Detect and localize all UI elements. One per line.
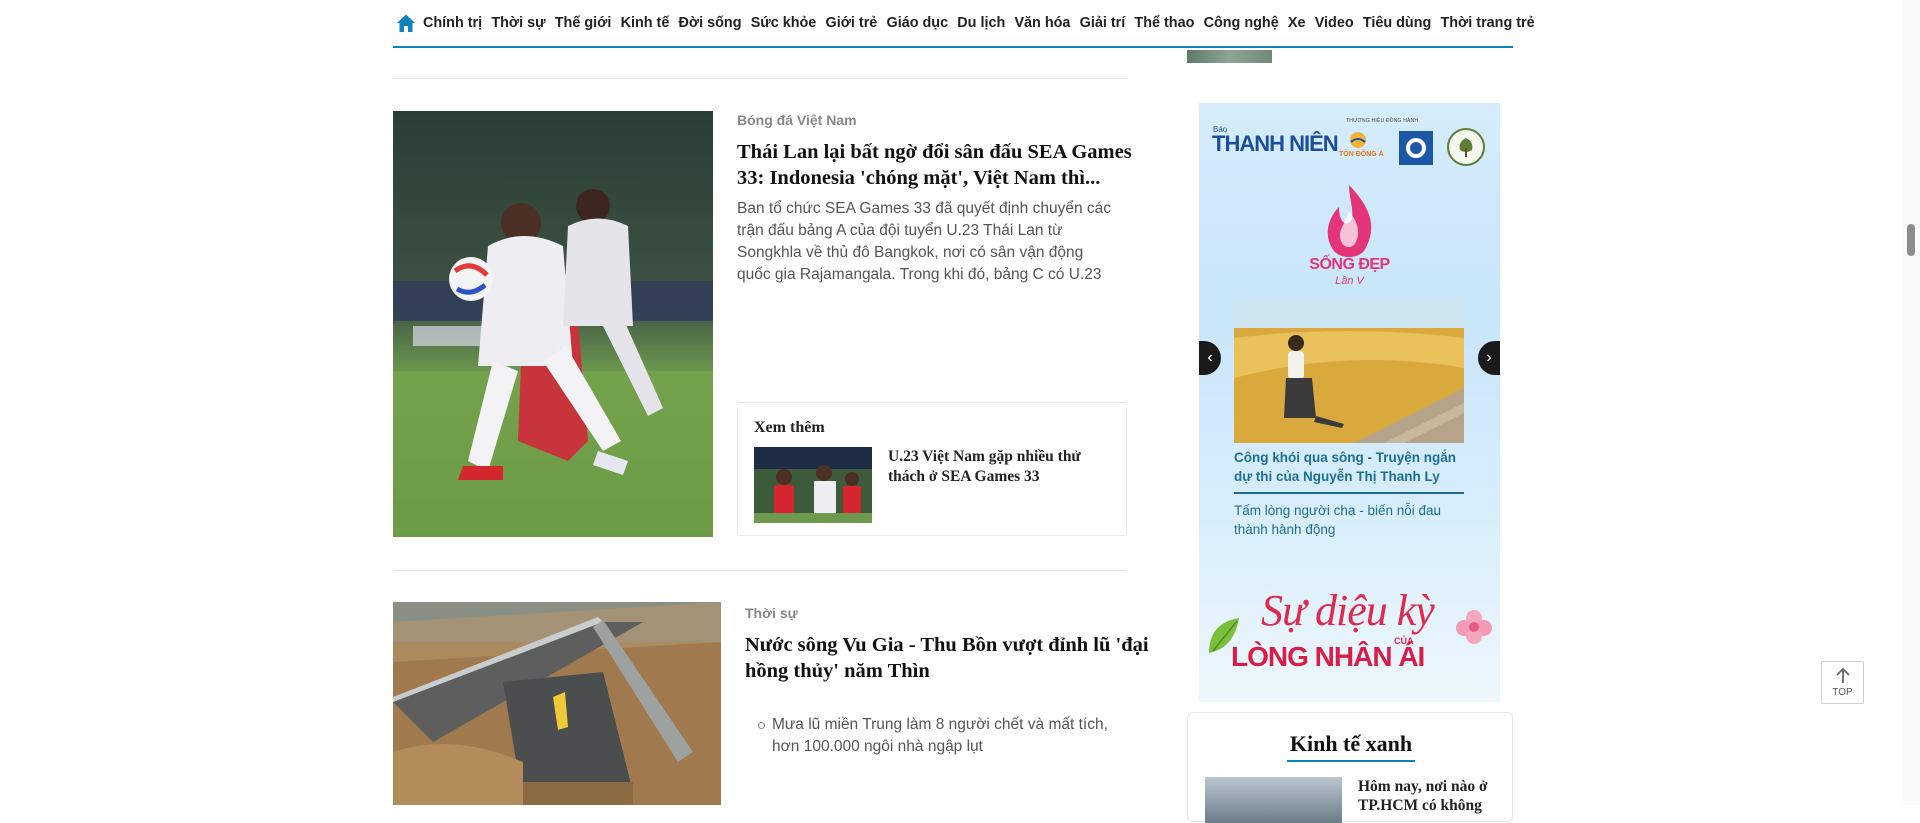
see-more-label: Xem thêm: [754, 419, 825, 436]
ad-story-link[interactable]: Tấm lòng người cha - biến nỗi đau thành …: [1234, 501, 1464, 539]
article-thumbnail-flood[interactable]: [393, 602, 721, 805]
nav-item-suc-khoe[interactable]: Sức khỏe: [751, 15, 817, 31]
article-title[interactable]: Thái Lan lại bất ngờ đổi sân đấu SEA Gam…: [737, 139, 1132, 191]
nav-item-cong-nghe[interactable]: Công nghệ: [1204, 15, 1279, 31]
related-bullet-list: Mưa lũ miền Trung làm 8 người chết và mấ…: [756, 714, 1116, 758]
related-bullet-item[interactable]: Mưa lũ miền Trung làm 8 người chết và mấ…: [756, 714, 1116, 758]
flame-logo-icon: [1327, 185, 1372, 257]
ad-story-line[interactable]: dự thi của Nguyễn Thị Thanh Ly: [1234, 467, 1464, 486]
scrollbar-thumb[interactable]: [1907, 224, 1915, 256]
home-icon[interactable]: [396, 13, 416, 33]
related-article-thumbnail[interactable]: [754, 447, 872, 523]
green-economy-title[interactable]: Kinh tế xanh: [1188, 731, 1514, 757]
ad-story-image[interactable]: [1234, 298, 1464, 443]
bullet-line[interactable]: hơn 100.000 ngôi nhà ngập lụt: [772, 736, 1116, 758]
green-economy-article-line[interactable]: TP.HCM có không: [1358, 796, 1508, 815]
ad-prev-arrow-icon[interactable]: ‹: [1199, 341, 1221, 375]
scroll-top-label: TOP: [1832, 687, 1853, 698]
ad-story-line[interactable]: Công khói qua sông - Truyện ngắn: [1234, 448, 1464, 467]
summary-line: trận đấu bảng A của đội tuyển U.23 Thái …: [737, 222, 1063, 239]
nav-item-kinh-te[interactable]: Kinh tế: [621, 15, 670, 31]
divider: [393, 78, 1127, 79]
nav-item-giao-duc[interactable]: Giáo dục: [887, 15, 949, 31]
article-title-line[interactable]: 33: Indonesia 'chóng mặt', Việt Nam thì.…: [737, 165, 1132, 191]
summary-line: quốc gia Rajamangala. Trong khi đó, bảng…: [737, 266, 1102, 283]
nav-item-video[interactable]: Video: [1315, 15, 1354, 31]
article-category[interactable]: Thời sự: [745, 605, 798, 621]
ad-story-line[interactable]: thành hành động: [1234, 520, 1464, 539]
summary-line: Ban tổ chức SEA Games 33 đã quyết định c…: [737, 200, 1111, 217]
article-thumbnail-football[interactable]: [393, 111, 713, 537]
sun-logo-icon: [1350, 132, 1366, 148]
green-economy-thumbnail[interactable]: [1205, 777, 1342, 823]
ad-partner-label: THƯƠNG HIỆU ĐỒNG HÀNH: [1346, 118, 1419, 124]
main-nav: Chính trị Thời sự Thế giới Kinh tế Đời s…: [393, 0, 1535, 48]
article-title-line[interactable]: Thái Lan lại bất ngờ đổi sân đấu SEA Gam…: [737, 139, 1132, 165]
article-title[interactable]: Nước sông Vu Gia - Thu Bồn vượt đỉnh lũ …: [745, 632, 1149, 684]
article-title-line[interactable]: hồng thủy' năm Thìn: [745, 658, 1149, 684]
nav-item-van-hoa[interactable]: Văn hóa: [1014, 15, 1070, 31]
ad-slogan-line: Sự diệu kỳ: [1261, 586, 1435, 635]
ad-next-arrow-icon[interactable]: ›: [1478, 341, 1500, 375]
arrow-up-icon: [1836, 667, 1850, 683]
flower-decoration-icon: [1456, 610, 1492, 644]
title-underline: [1287, 760, 1415, 762]
nav-item-thoi-su[interactable]: Thời sự: [491, 15, 545, 31]
green-economy-box: Kinh tế xanh Hôm nay, nơi nào ở TP.HCM c…: [1187, 712, 1514, 823]
summary-line: Songkhla về thủ đô Bangkok, nơi có sân v…: [737, 244, 1084, 261]
related-article-line[interactable]: thách ở SEA Games 33: [888, 467, 1113, 487]
nav-item-tieu-dung[interactable]: Tiêu dùng: [1363, 15, 1431, 31]
nav-item-xe[interactable]: Xe: [1288, 15, 1306, 31]
ad-partner-name: TÔN ĐÔNG Á: [1339, 151, 1384, 158]
nav-item-thoi-trang-tre[interactable]: Thời trang trẻ: [1440, 15, 1534, 31]
see-more-box: Xem thêm U.23 Việt Nam gặp nhiều thử thá…: [737, 402, 1127, 536]
ad-campaign-edition: Lần V: [1335, 275, 1364, 287]
ad-campaign-title: SỐNG ĐẸP: [1309, 256, 1390, 273]
sidebar-partial-thumbnail[interactable]: [1187, 50, 1272, 63]
article-title-line[interactable]: Nước sông Vu Gia - Thu Bồn vượt đỉnh lũ …: [745, 632, 1149, 658]
ad-separator: [1234, 492, 1464, 494]
nav-item-du-lich[interactable]: Du lịch: [957, 15, 1005, 31]
green-economy-article-link[interactable]: Hôm nay, nơi nào ở TP.HCM có không: [1358, 777, 1508, 815]
nav-item-doi-song[interactable]: Đời sống: [679, 15, 742, 31]
nav-item-chinh-tri[interactable]: Chính trị: [423, 15, 482, 31]
green-economy-article-line[interactable]: Hôm nay, nơi nào ở: [1358, 777, 1508, 796]
nav-item-giai-tri[interactable]: Giải trí: [1080, 15, 1126, 31]
ad-story-link[interactable]: Công khói qua sông - Truyện ngắn dự thi …: [1234, 448, 1464, 486]
article-summary: Ban tổ chức SEA Games 33 đã quyết định c…: [737, 198, 1127, 286]
ad-slogan-line: LÒNG NHÂN ÁI: [1231, 641, 1425, 672]
related-article-link[interactable]: U.23 Việt Nam gặp nhiều thử thách ở SEA …: [888, 447, 1113, 487]
bullet-line[interactable]: Mưa lũ miền Trung làm 8 người chết và mấ…: [772, 714, 1116, 736]
scroll-top-button[interactable]: TOP: [1821, 661, 1864, 704]
nav-item-the-thao[interactable]: Thể thao: [1134, 15, 1194, 31]
ad-brand-logo: THANH NIÊN: [1212, 131, 1339, 156]
article-category[interactable]: Bóng đá Việt Nam: [737, 112, 857, 128]
partner-shield-icon: [1399, 131, 1433, 165]
nav-item-gioi-tre[interactable]: Giới trẻ: [826, 15, 878, 31]
ad-story-line[interactable]: Tấm lòng người cha - biến nỗi đau: [1234, 501, 1464, 520]
sidebar-advertisement[interactable]: Báo THANH NIÊN THƯƠNG HIỆU ĐỒNG HÀNH TÔN…: [1199, 103, 1500, 702]
divider: [393, 570, 1127, 571]
page-scrollbar[interactable]: [1903, 0, 1920, 805]
tree-seal-icon: [1447, 128, 1485, 166]
nav-item-the-gioi[interactable]: Thế giới: [555, 15, 612, 31]
related-article-line[interactable]: U.23 Việt Nam gặp nhiều thử: [888, 447, 1113, 467]
